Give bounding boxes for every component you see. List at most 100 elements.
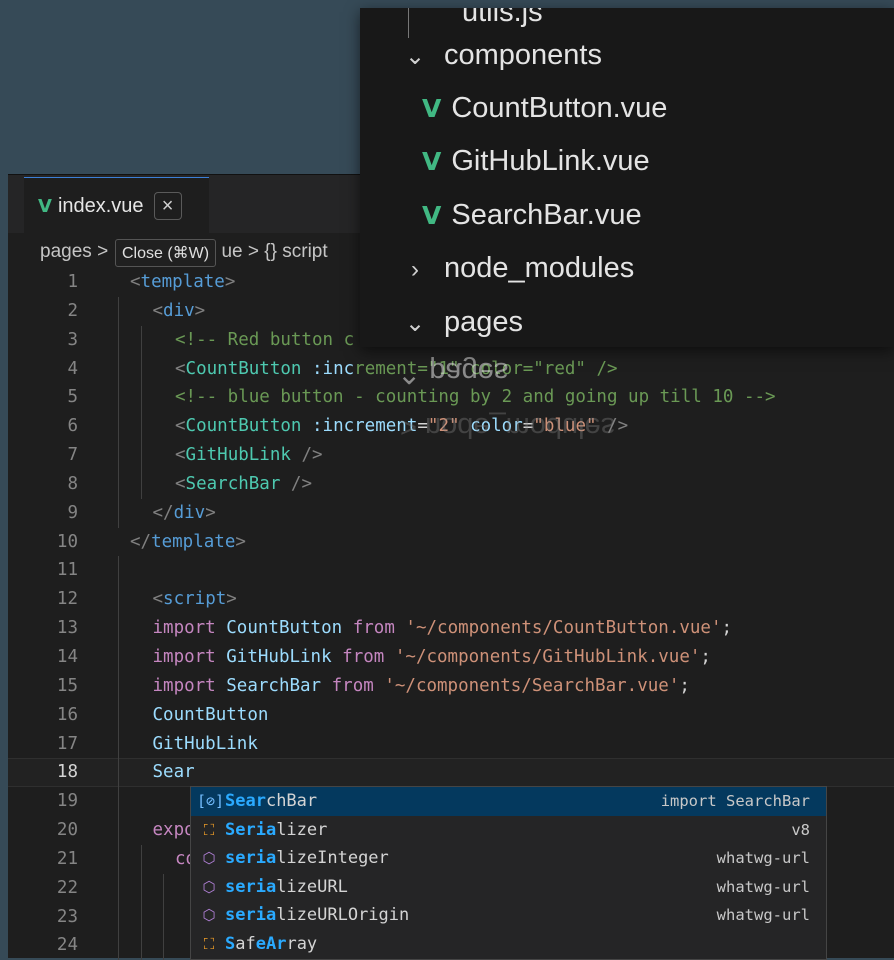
code-token: Sear (152, 762, 195, 783)
explorer-label: GitHubLink.vue (451, 145, 650, 177)
suggestion-item[interactable]: ⬡ serializeInteger whatwg-url (191, 844, 826, 873)
line-number: 16 (56, 704, 78, 725)
indent-guide (140, 325, 142, 355)
explorer-label: CountButton.vue (451, 92, 668, 124)
code-line[interactable]: 17 GitHubLink (8, 729, 894, 759)
code-token: < (152, 300, 164, 321)
indent-guide (118, 585, 119, 615)
indent-guide (118, 931, 119, 960)
suggestion-detail: whatwg-url (716, 877, 810, 896)
explorer-folder[interactable]: › node_modules (400, 242, 634, 294)
code-token: ; (679, 675, 690, 696)
code-text: <script> (153, 585, 237, 614)
explorer-folder[interactable]: ⌄ components (400, 29, 602, 81)
suggestion-detail: whatwg-url (716, 849, 810, 868)
indent-guide (140, 931, 142, 960)
code-token: import (152, 675, 216, 696)
code-token: rement="1" color="red" /> (354, 358, 618, 379)
indent-guide (140, 902, 142, 932)
variable-icon: [⊘] (197, 792, 225, 810)
line-number: 22 (56, 877, 78, 898)
line-number: 7 (67, 445, 78, 466)
code-line[interactable]: 13 import CountButton from '~/components/… (8, 614, 894, 643)
line-number: 9 (67, 502, 78, 523)
code-line[interactable]: 14 import GitHubLink from '~/components/G… (8, 642, 894, 672)
tab-index-vue[interactable]: V index.vue × (24, 177, 209, 234)
code-line[interactable]: 18 Sear (8, 758, 894, 788)
code-token: <!-- blue button - counting by 2 and goi… (175, 387, 776, 408)
code-token: template (151, 531, 236, 552)
breadcrumb-separator: > (97, 241, 109, 262)
suggestion-widget[interactable]: [⊘] SearchBar import SearchBar ⛶ Serializer v… (190, 786, 827, 960)
code-line[interactable]: 5 <!-- blue button - counting by 2 and go… (8, 383, 894, 413)
indent-guide (118, 816, 119, 845)
code-token: ; (721, 618, 733, 639)
code-token: script (163, 589, 227, 610)
indent-guide (118, 700, 119, 730)
method-icon: ⬡ (202, 877, 216, 896)
code-text: Sear (153, 758, 195, 787)
line-number: 24 (56, 935, 78, 956)
vue-file-icon: V (422, 147, 442, 176)
class-icon: ⛶ (203, 820, 215, 839)
breadcrumb-file[interactable]: ue (221, 241, 242, 262)
code-line[interactable]: 4 <CountButton :increment="1" color="red"… (8, 354, 894, 384)
code-line[interactable]: 6 <CountButton :increment="2" color="blue… (8, 412, 894, 442)
code-token: '~/components/SearchBar.vue' (384, 675, 680, 696)
code-line[interactable]: 12 <script> (8, 585, 894, 615)
code-token: ; (700, 646, 711, 667)
code-token: import (152, 618, 216, 639)
code-token: :increment (312, 416, 418, 437)
code-token: SearchBar (226, 675, 322, 696)
indent-guide (118, 902, 119, 932)
explorer-file[interactable]: V CountButton.vue (422, 82, 667, 134)
code-line[interactable]: 8 <SearchBar /> (8, 469, 894, 499)
code-token: < (175, 358, 186, 379)
indent-guide (118, 671, 119, 701)
code-text: <CountButton :increment="2" color="blue"… (175, 412, 628, 441)
line-number: 13 (56, 618, 78, 639)
explorer-file[interactable]: V SearchBar.vue (422, 189, 642, 241)
line-number: 17 (56, 733, 78, 754)
code-token: from (331, 675, 374, 696)
code-token: from (342, 646, 385, 667)
suggestion-item[interactable]: [⊘] SearchBar import SearchBar (191, 787, 826, 816)
code-token: '~/components/CountButton.vue' (405, 618, 722, 639)
line-number: 15 (56, 675, 78, 696)
close-icon[interactable]: × (153, 192, 182, 220)
code-line[interactable]: 16 CountButton (8, 700, 894, 730)
code-token: SearchBar (185, 473, 281, 494)
chevron-right-icon: › (411, 256, 419, 283)
suggestion-item[interactable]: ⬡ serializeURL whatwg-url (191, 873, 826, 902)
indent-guide (118, 844, 119, 874)
explorer-file[interactable]: V GitHubLink.vue (422, 135, 650, 187)
code-token: <!-- Red button c (175, 329, 355, 350)
line-number: 1 (67, 272, 78, 292)
code-text: <!-- Red button c (175, 326, 354, 355)
code-line[interactable]: 9 </div> (8, 498, 894, 528)
code-text: <!-- blue button - counting by 2 and goi… (175, 383, 776, 412)
vue-file-icon: V (422, 94, 442, 123)
suggestion-item[interactable]: ⛶ Serializer v8 (191, 816, 826, 845)
breadcrumb-pages[interactable]: pages (40, 241, 92, 262)
code-line[interactable]: 15 import SearchBar from '~/components/Se… (8, 671, 894, 701)
indent-guide (163, 873, 164, 903)
code-line[interactable]: 7 <GitHubLink /> (8, 441, 894, 470)
suggestion-label: serializeURLOrigin (225, 905, 410, 926)
breadcrumb-script[interactable]: script (282, 241, 327, 262)
code-line[interactable]: 11 (8, 556, 894, 586)
code-line[interactable]: 10 </template> (8, 528, 894, 557)
suggestion-item[interactable]: ⬡ serializeURLOrigin whatwg-url (191, 901, 826, 930)
code-token: GitHubLink (226, 646, 332, 667)
explorer-folder[interactable]: ⌄ pages (400, 296, 523, 347)
explorer-label: pages (444, 306, 524, 338)
code-token: > (226, 589, 237, 610)
line-number: 19 (56, 791, 78, 812)
code-token: < (152, 589, 164, 610)
line-number: 10 (56, 531, 78, 552)
suggestion-item[interactable]: ⛶ SafeArray (191, 930, 826, 959)
vue-file-icon: V (422, 201, 442, 230)
